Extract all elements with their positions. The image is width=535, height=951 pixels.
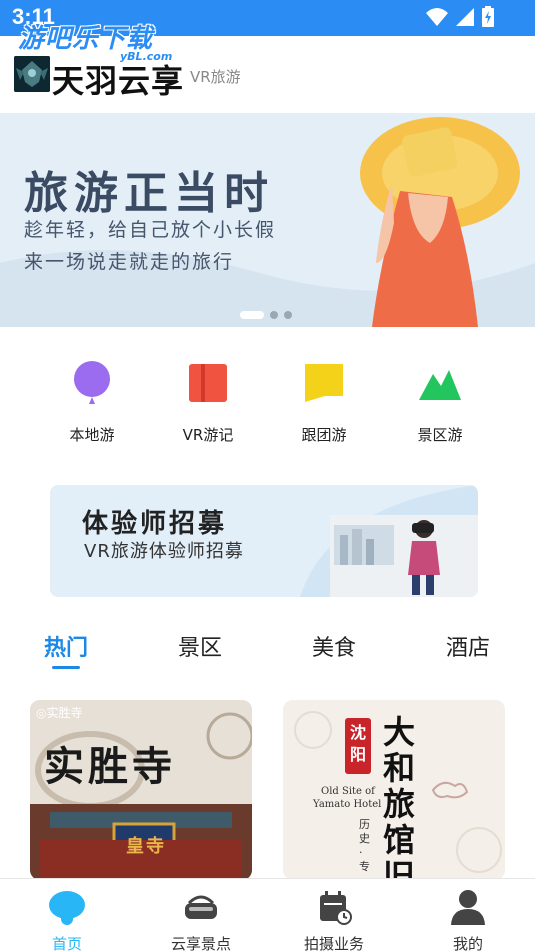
card-plaque: 皇寺 (126, 836, 166, 857)
app-logo-icon (14, 56, 50, 92)
card-title: 实胜寺 (44, 743, 176, 790)
balloon-icon (74, 361, 110, 404)
tab-underline (52, 666, 80, 669)
app-screen: 3:11 游吧乐下载 yBL.com 天羽云享 VR旅游 旅游正当时 趁年轻，给… (0, 0, 535, 951)
banner-dot[interactable] (240, 311, 264, 319)
mountain-icon (419, 370, 461, 400)
card-en-line-1: Old Site of (321, 786, 375, 797)
signal-icon (456, 8, 474, 26)
app-header: 天羽云享 VR旅游 (0, 36, 535, 112)
nav-shooting[interactable]: 拍摄业务 (274, 879, 394, 951)
tab-hotel[interactable]: 酒店 (428, 630, 508, 662)
card-title: 大和旅馆旧 (383, 713, 416, 880)
recruit-title: 体验师招募 (82, 509, 228, 539)
banner-dot[interactable] (284, 311, 292, 319)
user-icon (451, 890, 485, 925)
nav-label: 我的 (452, 935, 483, 951)
nav-cloud-scenic[interactable]: 云享景点 (141, 879, 261, 951)
book-icon (189, 364, 227, 402)
nav-mine[interactable]: 我的 (408, 879, 528, 951)
category-label: VR游记 (182, 426, 234, 444)
battery-icon (482, 6, 494, 27)
category-group-tour[interactable]: 跟团游 (279, 356, 369, 445)
nav-label: 首页 (51, 935, 82, 951)
tab-scenic[interactable]: 景区 (160, 630, 240, 662)
card-seal: 沈阳 (350, 723, 367, 764)
wifi-icon (426, 8, 448, 26)
card-location-tag: ◎实胜寺 (36, 706, 83, 720)
category-label: 景区游 (417, 426, 463, 444)
app-name: 天羽云享 (52, 62, 185, 100)
recruit-subtitle: VR旅游体验师招募 (84, 541, 244, 562)
card-side-text: 历史·专 (359, 818, 370, 873)
vr-headset-icon (185, 895, 217, 919)
tab-hot[interactable]: 热门 (26, 630, 106, 662)
flag-icon (305, 364, 343, 402)
card-en-line-2: Yamato Hotel (313, 799, 382, 810)
category-local-tour[interactable]: 本地游 (47, 356, 137, 445)
banner-dot[interactable] (270, 311, 278, 319)
promo-banner[interactable]: 旅游正当时 趁年轻，给自己放个小长假 来一场说走就走的旅行 (0, 113, 535, 327)
home-icon (49, 891, 85, 925)
status-icons (425, 6, 495, 28)
attraction-card[interactable]: ◎实胜寺 实胜寺 皇寺 (30, 700, 252, 880)
category-scenic-tour[interactable]: 景区游 (395, 356, 485, 445)
nav-label: 云享景点 (170, 935, 231, 951)
banner-pagination[interactable] (240, 311, 292, 319)
category-label: 本地游 (69, 426, 115, 444)
tab-food[interactable]: 美食 (294, 630, 374, 662)
banner-line-2: 来一场说走就走的旅行 (24, 251, 235, 273)
app-subtitle: VR旅游 (190, 68, 241, 86)
category-row: 本地游 VR游记 跟团游 景区游 (0, 356, 535, 446)
banner-line-1: 趁年轻，给自己放个小长假 (24, 219, 277, 241)
nav-home[interactable]: 首页 (7, 879, 127, 951)
category-label: 跟团游 (301, 426, 347, 444)
nav-label: 拍摄业务 (303, 935, 364, 951)
recruit-banner[interactable]: 体验师招募 VR旅游体验师招募 (50, 485, 478, 597)
banner-title: 旅游正当时 (24, 168, 274, 219)
content-tabs: 热门 景区 美食 酒店 (0, 630, 535, 674)
attraction-card[interactable]: 沈阳 大和旅馆旧 Old Site of Yamato Hotel 历史·专 (283, 700, 505, 880)
category-vr-journal[interactable]: VR游记 (163, 356, 253, 445)
bottom-nav: 首页 云享景点 拍摄业务 我的 (0, 878, 535, 951)
calendar-icon (320, 891, 352, 925)
